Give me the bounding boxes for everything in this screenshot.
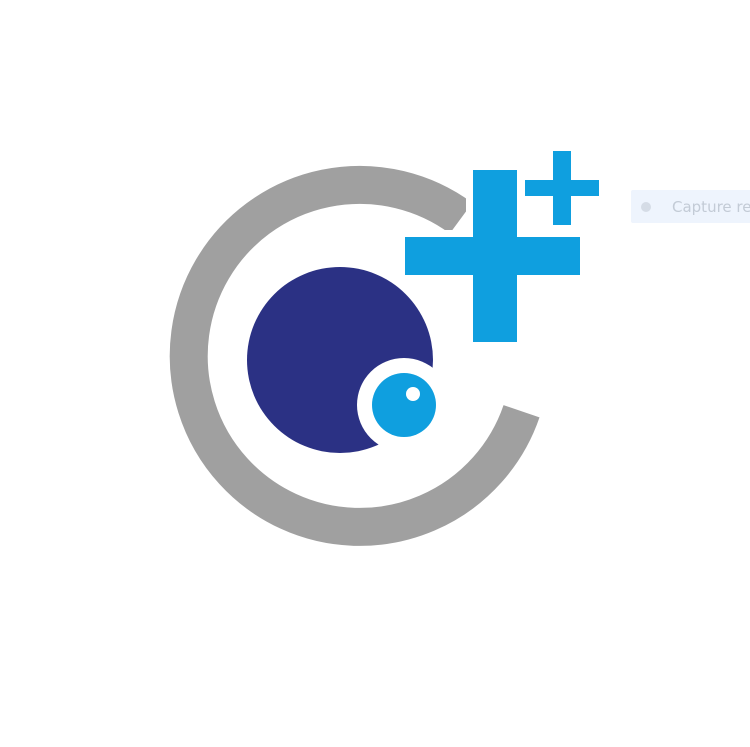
screenshot-canvas: Capture re: [0, 0, 750, 747]
capture-button-label: Capture re: [672, 197, 750, 216]
logo-small-plus: [525, 151, 599, 225]
record-dot-icon: [641, 201, 651, 212]
logo-lens-glint: [406, 387, 420, 401]
logo-lens-highlight: [372, 373, 436, 437]
camera-plus-logo: [169, 151, 599, 546]
capture-button[interactable]: Capture re: [631, 190, 750, 223]
